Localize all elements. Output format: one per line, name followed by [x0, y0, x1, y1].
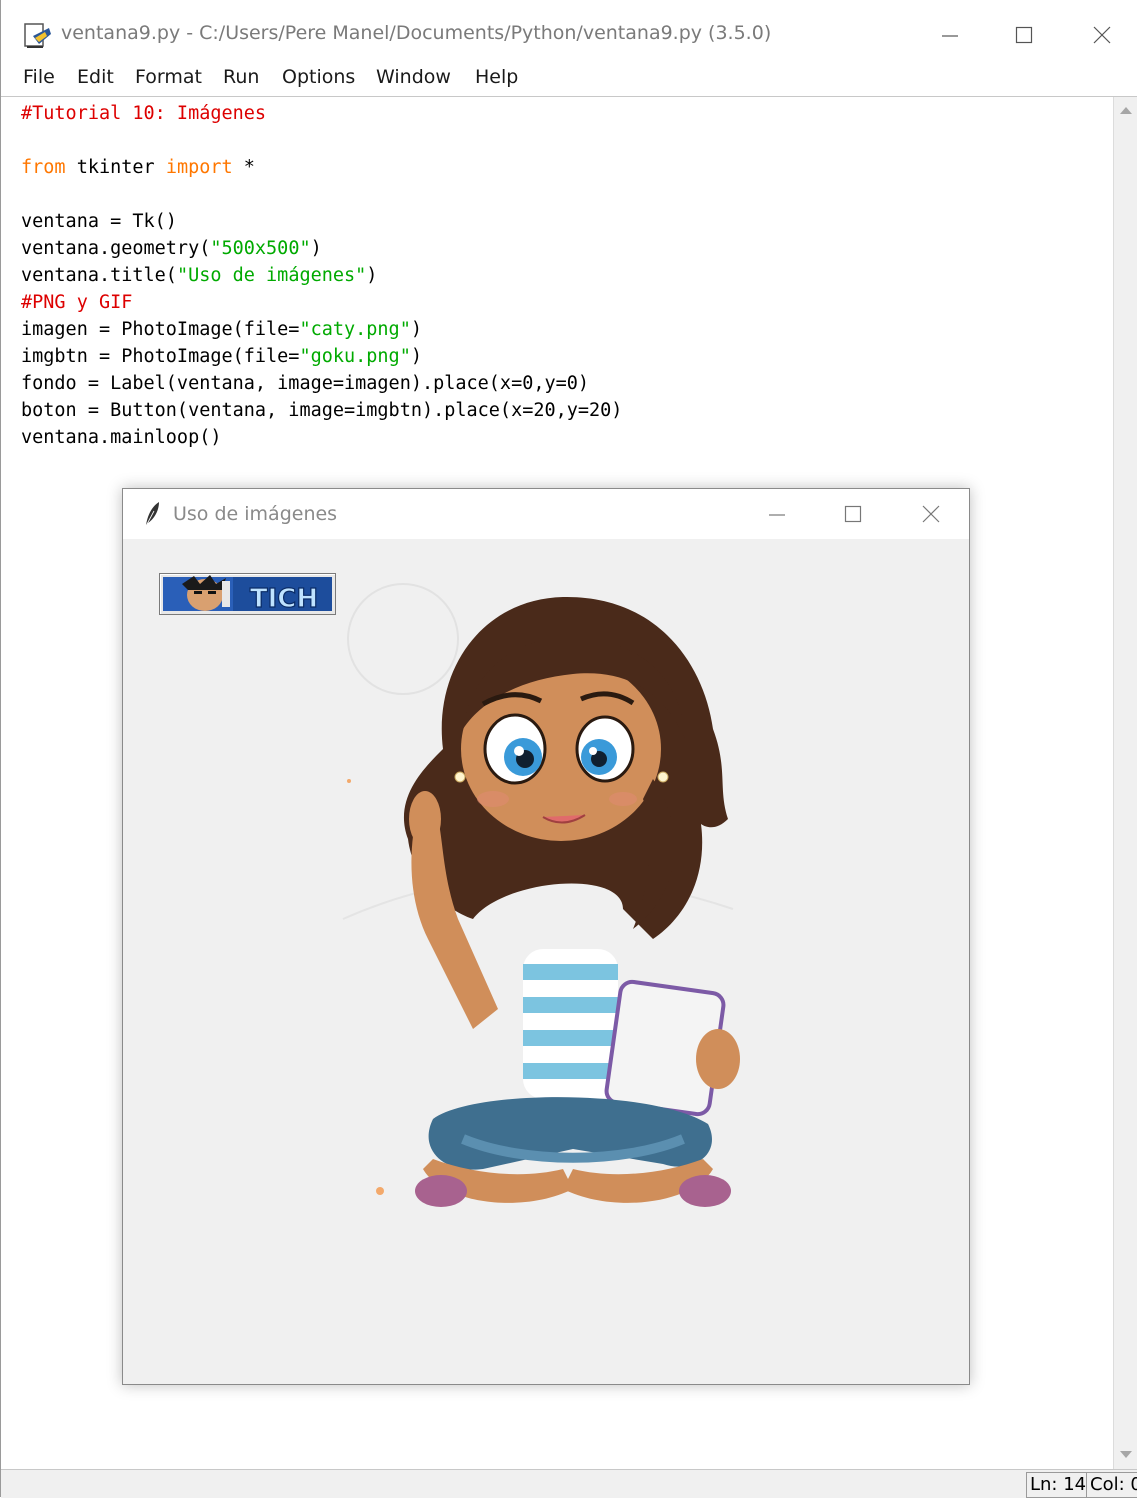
tk-client-area: TICH: [123, 539, 969, 1384]
code-token: ventana.geometry(: [21, 238, 211, 259]
code-line[interactable]: boton = Button(ventana, image=imgbtn).pl…: [21, 397, 622, 424]
code-line[interactable]: [21, 181, 622, 208]
code-token: ventana.title(: [21, 265, 177, 286]
code-token: boton = Button(ventana, image=imgbtn).pl…: [21, 400, 623, 421]
idle-app-icon: [24, 23, 51, 48]
maximize-icon: [1015, 26, 1033, 44]
code-line[interactable]: [21, 127, 622, 154]
code-token-str: "500x500": [210, 238, 311, 259]
code-token-kw: import: [165, 157, 233, 178]
tk-maximize-button[interactable]: [833, 497, 873, 531]
maximize-icon: [844, 505, 862, 523]
code-token: ): [310, 238, 322, 259]
title-bar[interactable]: ventana9.py - C:/Users/Pere Manel/Docume…: [1, 0, 1137, 60]
tk-close-button[interactable]: [911, 497, 951, 531]
tk-window-title: Uso de imágenes: [173, 503, 338, 525]
code-token-comment: #Tutorial 10: Imágenes: [21, 103, 267, 124]
close-icon: [1093, 26, 1111, 44]
tk-title-bar[interactable]: Uso de imágenes: [123, 489, 969, 539]
code-token: tkinter: [65, 157, 166, 178]
menu-edit[interactable]: Edit: [77, 66, 114, 88]
code-line[interactable]: from tkinter import *: [21, 154, 622, 181]
window-title: ventana9.py - C:/Users/Pere Manel/Docume…: [61, 22, 772, 44]
code-token-str: "goku.png": [299, 346, 411, 367]
status-line: Ln: 14: [1026, 1472, 1091, 1498]
close-icon: [922, 505, 940, 523]
button-image-text: TICH: [250, 584, 318, 614]
scroll-up-icon[interactable]: [1120, 107, 1132, 114]
code-token: ): [410, 346, 422, 367]
code-line[interactable]: #PNG y GIF: [21, 289, 622, 316]
code-token: ): [366, 265, 378, 286]
menu-window[interactable]: Window: [376, 66, 451, 88]
code-text[interactable]: #Tutorial 10: Imágenes from tkinter impor…: [21, 100, 622, 451]
code-token: ventana = Tk(): [21, 211, 177, 232]
code-line[interactable]: fondo = Label(ventana, image=imagen).pla…: [21, 370, 622, 397]
image-button[interactable]: TICH: [159, 573, 336, 615]
code-token-comment: #PNG y GIF: [21, 292, 133, 313]
code-token: imagen = PhotoImage(file=: [21, 319, 300, 340]
code-line[interactable]: imgbtn = PhotoImage(file="goku.png"): [21, 343, 622, 370]
code-token: fondo = Label(ventana, image=imagen).pla…: [21, 373, 590, 394]
minimize-icon: [942, 35, 958, 37]
code-token: *: [232, 157, 255, 178]
menu-run[interactable]: Run: [223, 66, 259, 88]
menu-help[interactable]: Help: [475, 66, 518, 88]
code-line[interactable]: #Tutorial 10: Imágenes: [21, 100, 622, 127]
code-token: imgbtn = PhotoImage(file=: [21, 346, 300, 367]
tk-feather-icon: [145, 502, 159, 527]
close-button[interactable]: [1079, 16, 1125, 54]
minimize-icon: [769, 514, 785, 516]
status-bar: Ln: 14 Col: 0: [1, 1469, 1137, 1498]
menu-format[interactable]: Format: [135, 66, 202, 88]
code-token-kw: from: [21, 157, 66, 178]
menu-bar: File Edit Format Run Options Window Help: [1, 60, 1137, 97]
girl-illustration: [342, 583, 740, 1207]
goku-button-image: TICH: [163, 575, 332, 615]
code-token-str: "Uso de imágenes": [176, 265, 367, 286]
code-token: ventana.mainloop(): [21, 427, 222, 448]
code-token-str: "caty.png": [299, 319, 411, 340]
code-line[interactable]: ventana.geometry("500x500"): [21, 235, 622, 262]
minimize-button[interactable]: [927, 16, 973, 54]
menu-file[interactable]: File: [23, 66, 55, 88]
tk-window: Uso de imágenes TICH: [122, 488, 970, 1385]
scroll-down-icon[interactable]: [1120, 1451, 1132, 1458]
vertical-scrollbar[interactable]: [1113, 97, 1137, 1469]
menu-options[interactable]: Options: [282, 66, 355, 88]
maximize-button[interactable]: [1001, 16, 1047, 54]
tk-minimize-button[interactable]: [757, 497, 797, 531]
code-line[interactable]: ventana = Tk(): [21, 208, 622, 235]
code-line[interactable]: ventana.mainloop(): [21, 424, 622, 451]
code-line[interactable]: imagen = PhotoImage(file="caty.png"): [21, 316, 622, 343]
code-token: ): [410, 319, 422, 340]
status-column: Col: 0: [1086, 1472, 1137, 1498]
code-line[interactable]: ventana.title("Uso de imágenes"): [21, 262, 622, 289]
